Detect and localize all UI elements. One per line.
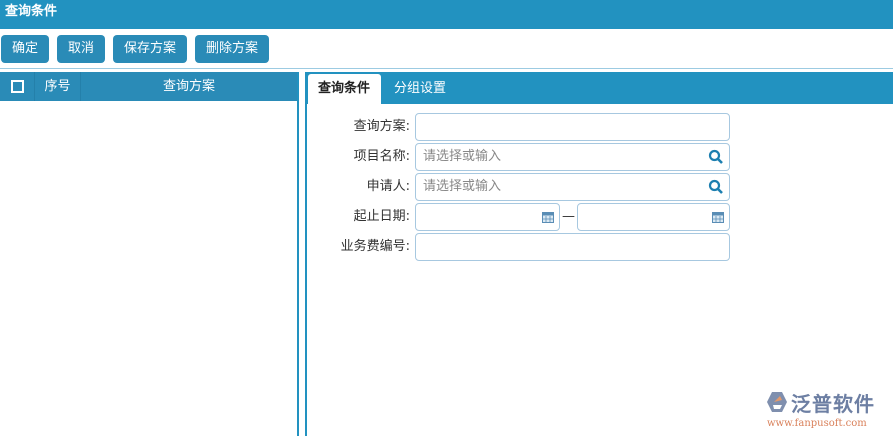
tab-bar: 查询条件 分组设置 <box>307 72 893 104</box>
date-label: 起止日期: <box>353 209 410 224</box>
grid-header: 序号 查询方案 <box>0 72 297 101</box>
fee-number-input[interactable] <box>415 233 730 261</box>
form-row-project: 项目名称: 请选择或输入 <box>307 143 893 171</box>
date-separator: — <box>562 209 575 224</box>
project-label: 项目名称: <box>353 149 410 164</box>
divider <box>0 68 893 69</box>
fanpusoft-logo: 泛普软件 www.fanpusoft.com <box>765 388 890 432</box>
applicant-label: 申请人: <box>366 179 410 194</box>
end-date-input[interactable] <box>577 203 730 231</box>
cancel-button[interactable]: 取消 <box>57 35 105 63</box>
tab-query-conditions[interactable]: 查询条件 <box>308 74 381 104</box>
form-row-fee-number: 业务费编号: <box>307 233 893 261</box>
scheme-input[interactable] <box>415 113 730 141</box>
start-date-input[interactable] <box>415 203 560 231</box>
search-icon[interactable] <box>708 149 724 165</box>
confirm-button[interactable]: 确定 <box>1 35 49 63</box>
form-row-applicant: 申请人: 请选择或输入 <box>307 173 893 201</box>
logo-mark-icon <box>767 392 787 412</box>
calendar-icon[interactable] <box>712 211 724 223</box>
scheme-list: 序号 查询方案 <box>0 72 299 436</box>
column-scheme[interactable]: 查询方案 <box>81 72 297 101</box>
project-input[interactable]: 请选择或输入 <box>415 143 730 171</box>
fee-number-label: 业务费编号: <box>340 239 410 254</box>
select-all-checkbox[interactable] <box>0 72 35 101</box>
condition-panel: 查询条件 分组设置 查询方案: 项目名称: 请选择或输入 申请人: 请选择或输入… <box>305 72 893 436</box>
logo-name: 泛普软件 <box>791 392 875 416</box>
calendar-icon[interactable] <box>542 211 554 223</box>
applicant-placeholder: 请选择或输入 <box>423 179 502 194</box>
scheme-label: 查询方案: <box>353 119 410 134</box>
project-placeholder: 请选择或输入 <box>423 149 502 164</box>
applicant-input[interactable]: 请选择或输入 <box>415 173 730 201</box>
form-row-scheme: 查询方案: <box>307 113 893 141</box>
column-index[interactable]: 序号 <box>35 72 81 101</box>
logo-url: www.fanpusoft.com <box>767 418 867 429</box>
save-scheme-button[interactable]: 保存方案 <box>113 35 187 63</box>
tab-group-settings[interactable]: 分组设置 <box>384 74 456 104</box>
window-title: 查询条件 <box>0 0 893 29</box>
delete-scheme-button[interactable]: 删除方案 <box>195 35 269 63</box>
search-icon[interactable] <box>708 179 724 195</box>
form-row-date: 起止日期: — <box>307 203 893 231</box>
